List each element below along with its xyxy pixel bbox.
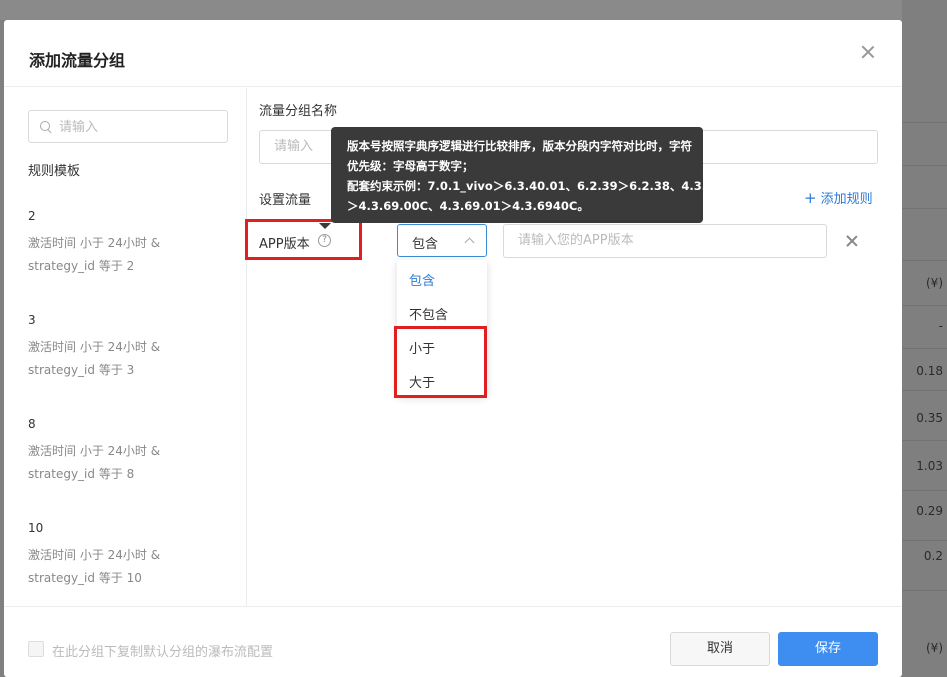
template-item[interactable]: 8 激活时间 小于 24小时 & strategy_id 等于 8 (28, 416, 238, 486)
add-rule-button[interactable]: + 添加规则 (804, 188, 873, 207)
version-help-tooltip: 版本号按照字典序逻辑进行比较排序，版本分段内字符对比时，字符 优先级：字母高于数… (331, 127, 743, 223)
template-item[interactable]: 2 激活时间 小于 24小时 & strategy_id 等于 2 (28, 208, 238, 278)
cancel-button[interactable]: 取消 (670, 632, 770, 666)
option-contains[interactable]: 包含 (409, 270, 435, 289)
background-topbar (0, 0, 947, 20)
tooltip-line: ＞4.3.69.00C、4.3.69.01＞4.3.6940C。 (347, 199, 589, 213)
template-search-box[interactable] (28, 110, 228, 143)
search-icon (40, 121, 52, 133)
copy-config-checkbox[interactable] (28, 641, 44, 657)
template-id: 2 (28, 209, 36, 223)
template-item[interactable]: 3 激活时间 小于 24小时 & strategy_id 等于 3 (28, 312, 238, 382)
template-description: 激活时间 小于 24小时 & strategy_id 等于 3 (28, 340, 161, 377)
template-id: 3 (28, 313, 36, 327)
highlight-options-box (394, 326, 487, 398)
plus-icon: + (804, 189, 817, 207)
background-cell: - (938, 319, 943, 333)
template-id: 8 (28, 417, 36, 431)
background-cell: 0.35 (916, 411, 943, 425)
group-name-label: 流量分组名称 (259, 104, 338, 119)
background-table-column: (¥) - 0.18 0.35 1.03 0.29 0.2 (¥) (902, 0, 947, 677)
template-item[interactable]: 10 激活时间 小于 24小时 & strategy_id 等于 10 (28, 520, 238, 590)
option-not-contains[interactable]: 不包含 (409, 304, 448, 323)
modal-footer: 在此分组下复制默认分组的瀑布流配置 取消 保存 (4, 606, 902, 677)
save-button[interactable]: 保存 (778, 632, 878, 666)
rules-label: 设置流量 (259, 193, 312, 208)
rule-template-panel: 规则模板 2 激活时间 小于 24小时 & strategy_id 等于 2 3… (4, 88, 247, 606)
template-description: 激活时间 小于 24小时 & strategy_id 等于 8 (28, 444, 161, 481)
operator-selected-value: 包含 (412, 237, 439, 252)
background-cell: 1.03 (916, 459, 943, 473)
chevron-up-icon (464, 237, 475, 248)
background-cell: 0.29 (916, 504, 943, 518)
background-cell: 0.2 (923, 549, 943, 563)
highlight-field-box (245, 219, 362, 260)
background-cell: 0.18 (916, 364, 943, 378)
operator-select[interactable]: 包含 (397, 224, 487, 257)
template-description: 激活时间 小于 24小时 & strategy_id 等于 10 (28, 548, 161, 585)
tooltip-line: 配套约束示例：7.0.1_vivo＞6.3.40.01、6.2.39＞6.2.3… (347, 179, 743, 193)
template-description: 激活时间 小于 24小时 & strategy_id 等于 2 (28, 236, 161, 273)
rule-template-title: 规则模板 (28, 164, 81, 179)
modal-title: 添加流量分组 (29, 51, 126, 70)
delete-rule-icon[interactable] (845, 234, 859, 248)
template-id: 10 (28, 521, 44, 535)
copy-config-label: 在此分组下复制默认分组的瀑布流配置 (52, 645, 274, 660)
modal-header: 添加流量分组 (4, 20, 902, 87)
tooltip-line: 版本号按照字典序逻辑进行比较排序，版本分段内字符对比时，字符 (347, 139, 692, 153)
background-cell: (¥) (926, 276, 943, 290)
tooltip-line: 优先级：字母高于数字； (347, 159, 474, 173)
tooltip-arrow (319, 223, 331, 229)
app-version-input[interactable]: 请输入您的APP版本 (503, 224, 827, 258)
close-icon[interactable] (860, 44, 876, 60)
background-cell: (¥) (926, 641, 943, 655)
template-search-input[interactable] (59, 117, 219, 137)
